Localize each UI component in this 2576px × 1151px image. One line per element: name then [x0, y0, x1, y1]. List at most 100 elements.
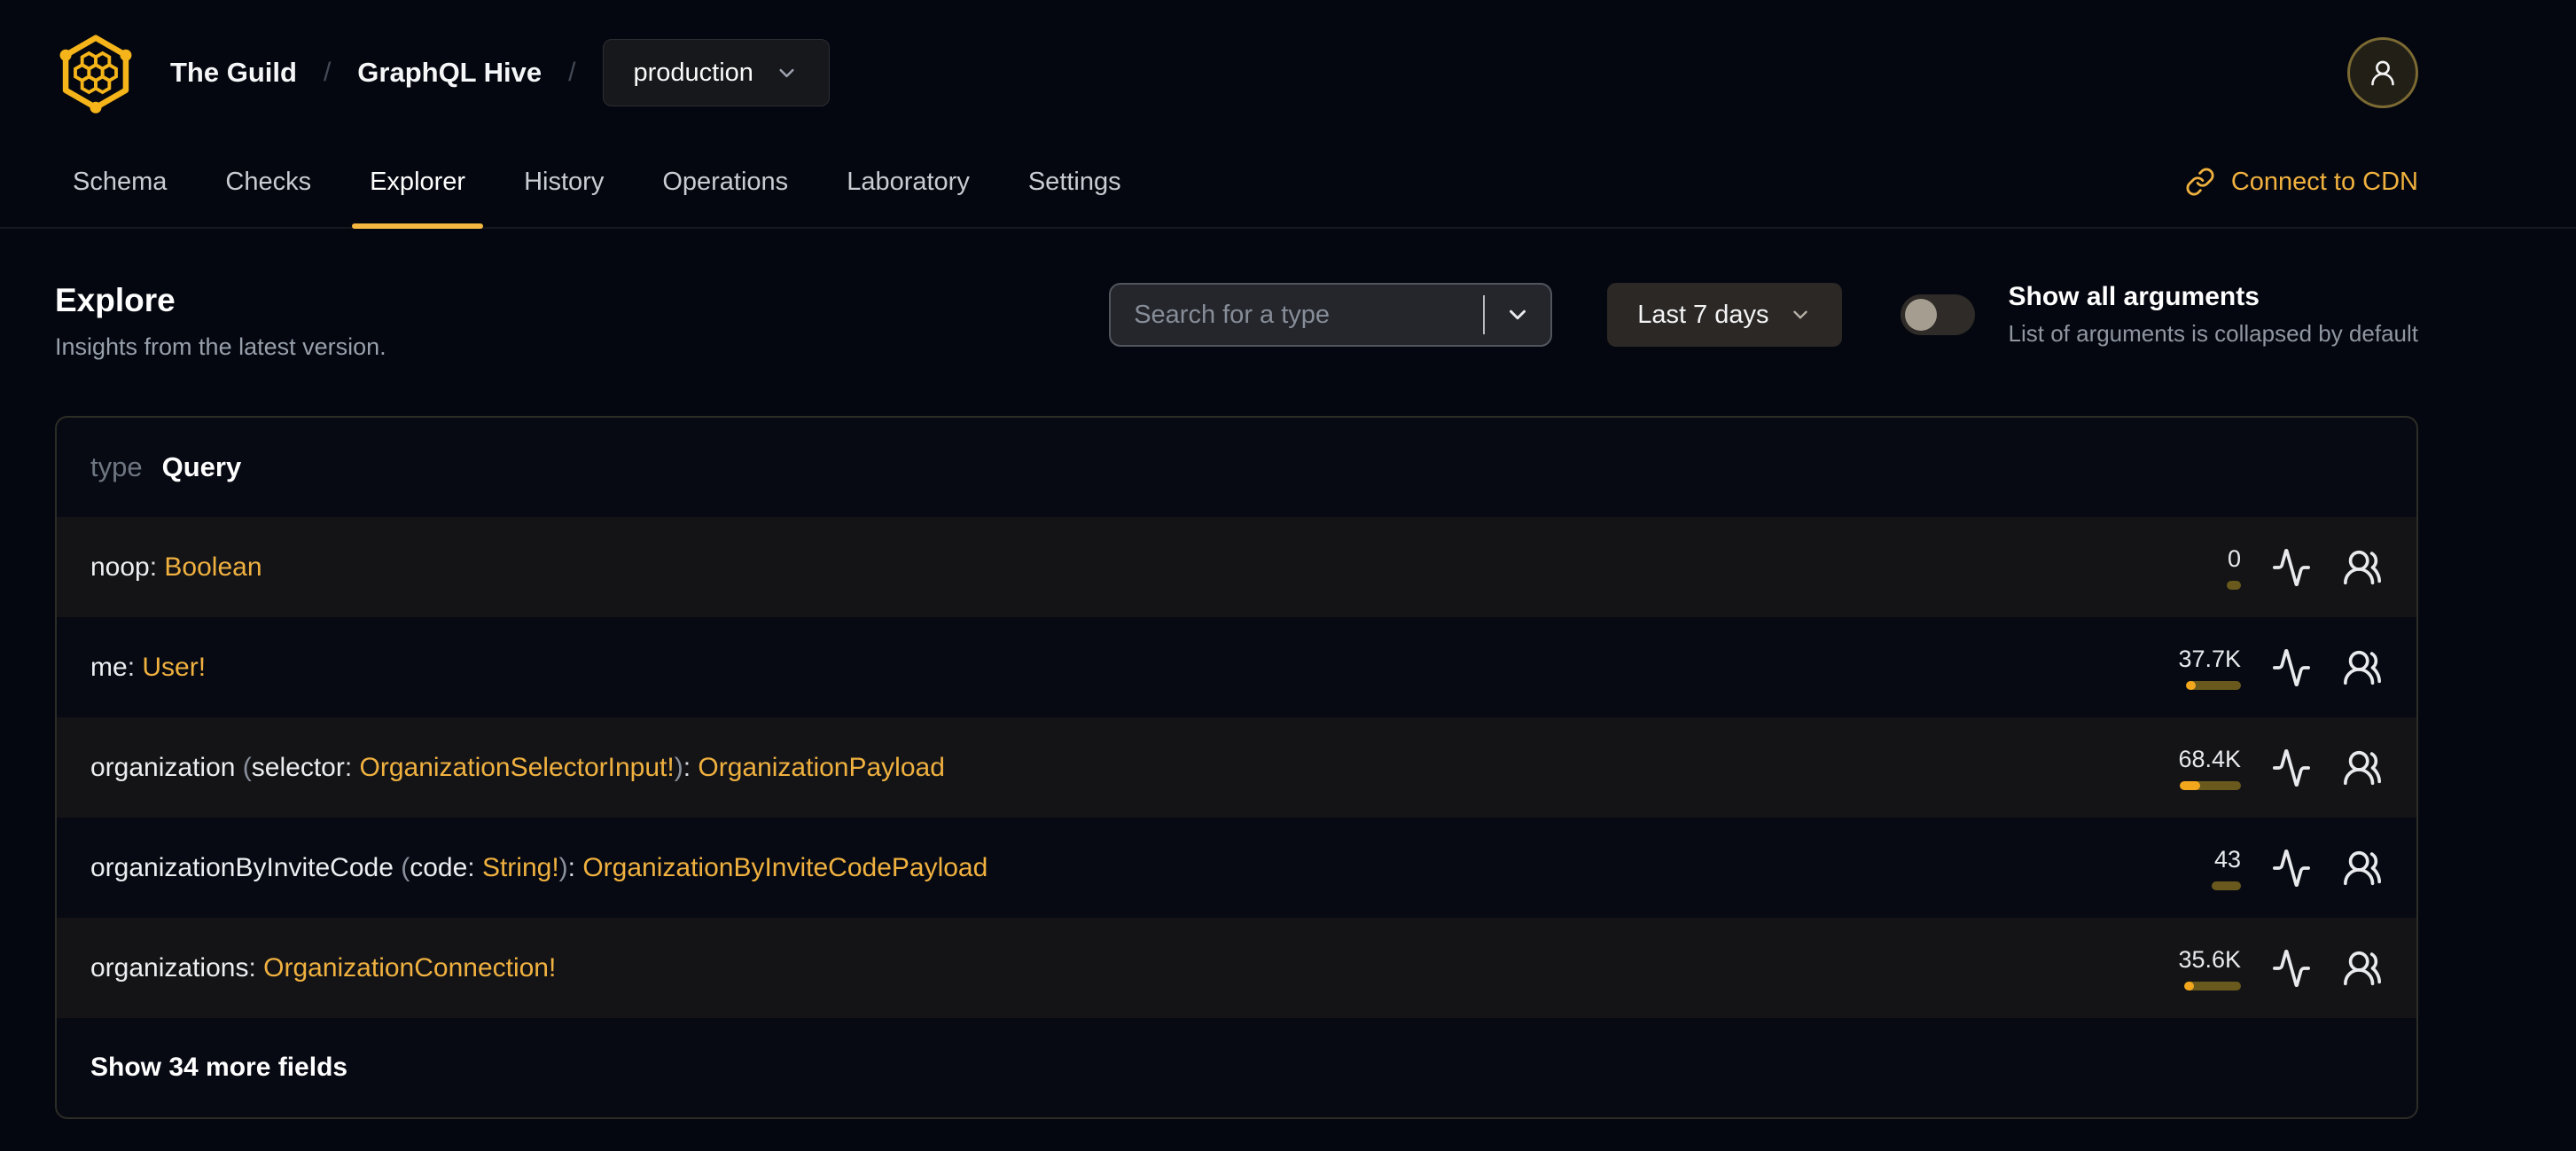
field-stats: 0 [2126, 545, 2383, 590]
field-clients-button[interactable] [2342, 948, 2383, 989]
field-activity-button[interactable] [2271, 748, 2312, 788]
breadcrumb-separator: / [568, 58, 576, 87]
field-signature: organizationByInviteCode (code: String!)… [90, 852, 988, 882]
toggle-knob [1904, 299, 1937, 331]
field-signature: organizations: OrganizationConnection! [90, 952, 557, 983]
page-title: Explore [55, 282, 176, 318]
type-card-query: type Query noop: Boolean 0 me: User! 37.… [55, 416, 2418, 1119]
breadcrumb-project[interactable]: GraphQL Hive [357, 57, 542, 89]
search-divider [1483, 295, 1486, 334]
tab-explorer[interactable]: Explorer [352, 137, 484, 229]
toggle-labels: Show all arguments List of arguments is … [2009, 282, 2418, 348]
type-card-header: type Query [57, 418, 2416, 517]
field-activity-button[interactable] [2271, 547, 2312, 588]
field-list: noop: Boolean 0 me: User! 37.7K organiza… [57, 517, 2416, 1018]
field-clients-button[interactable] [2342, 848, 2383, 889]
request-count: 37.7K [2178, 645, 2241, 672]
tab-schema[interactable]: Schema [55, 137, 184, 227]
usage-stat: 0 [2126, 545, 2241, 590]
user-icon [2365, 55, 2400, 90]
field-clients-button[interactable] [2342, 547, 2383, 588]
connect-to-cdn-label: Connect to CDN [2230, 167, 2418, 196]
usage-stat: 68.4K [2126, 746, 2241, 790]
user-avatar[interactable] [2347, 37, 2418, 108]
field-signature: noop: Boolean [90, 552, 262, 582]
usage-bar-fill [2184, 981, 2194, 990]
return-type-link[interactable]: OrganizationConnection! [263, 953, 556, 983]
field-activity-button[interactable] [2271, 848, 2312, 889]
tab-history[interactable]: History [506, 137, 621, 227]
users-icon [2342, 647, 2383, 688]
type-search-input[interactable] [1111, 285, 1484, 345]
activity-icon [2271, 848, 2312, 889]
usage-stat: 37.7K [2126, 646, 2241, 690]
field-activity-button[interactable] [2271, 647, 2312, 688]
users-icon [2342, 748, 2383, 788]
usage-stat: 43 [2126, 846, 2241, 890]
toggle-description: List of arguments is collapsed by defaul… [2008, 320, 2418, 347]
page-heading-block: Explore Insights from the latest version… [55, 282, 386, 361]
target-selector-dropdown[interactable]: production [602, 39, 830, 106]
breadcrumb-separator: / [323, 58, 332, 87]
field-clients-button[interactable] [2342, 647, 2383, 688]
field-name: organizations [90, 952, 249, 983]
argument-name: code [410, 852, 468, 882]
field-stats: 68.4K [2126, 746, 2383, 790]
field-signature: organization (selector: OrganizationSele… [90, 752, 945, 782]
activity-icon [2271, 647, 2312, 688]
show-more-fields-button[interactable]: Show 34 more fields [57, 1018, 2416, 1117]
show-all-arguments-toggle[interactable] [1900, 294, 1975, 335]
field-row: me: User! 37.7K [57, 617, 2416, 717]
type-search-combobox [1109, 283, 1553, 347]
usage-bar [2180, 780, 2241, 790]
argument-type-link[interactable]: OrganizationSelectorInput! [360, 753, 675, 782]
return-type-link[interactable]: OrganizationPayload [698, 753, 945, 782]
type-name[interactable]: Query [162, 451, 242, 483]
tab-laboratory[interactable]: Laboratory [829, 137, 987, 227]
chevron-down-icon [1789, 303, 1812, 326]
field-name: noop [90, 552, 150, 582]
return-type-link[interactable]: Boolean [164, 552, 262, 582]
tab-checks[interactable]: Checks [207, 137, 329, 227]
field-activity-button[interactable] [2271, 948, 2312, 989]
argument-name: selector [251, 752, 345, 782]
chevron-down-icon [775, 61, 799, 85]
explorer-page: Explore Insights from the latest version… [0, 282, 2576, 1151]
type-kind-label: type [90, 451, 143, 482]
period-selector-value: Last 7 days [1637, 300, 1769, 329]
usage-bar-fill [2186, 680, 2196, 690]
search-dropdown-toggle[interactable] [1485, 285, 1550, 345]
activity-icon [2271, 948, 2312, 989]
activity-icon [2271, 547, 2312, 588]
tab-bar: Schema Checks Explorer History Operations Lab… [0, 137, 2576, 229]
request-count: 68.4K [2178, 745, 2241, 772]
toggle-title: Show all arguments [2008, 282, 2260, 311]
usage-bar-fill [2180, 780, 2200, 790]
return-type-link[interactable]: OrganizationByInviteCodePayload [582, 853, 987, 882]
request-count: 0 [2227, 544, 2241, 572]
activity-icon [2271, 748, 2312, 788]
users-icon [2342, 848, 2383, 889]
field-row: noop: Boolean 0 [57, 517, 2416, 617]
page-subtitle: Insights from the latest version. [55, 333, 386, 360]
field-clients-button[interactable] [2342, 748, 2383, 788]
app-header: The Guild / GraphQL Hive / production [0, 0, 2576, 115]
breadcrumb-org[interactable]: The Guild [170, 57, 297, 89]
field-stats: 37.7K [2126, 646, 2383, 690]
field-signature: me: User! [90, 652, 207, 682]
field-name: organizationByInviteCode [90, 852, 394, 882]
request-count: 43 [2213, 845, 2241, 873]
hive-logo-icon[interactable] [55, 32, 137, 114]
tab-settings[interactable]: Settings [1011, 137, 1139, 227]
period-selector-dropdown[interactable]: Last 7 days [1607, 283, 1842, 347]
field-row: organizations: OrganizationConnection! 3… [57, 918, 2416, 1018]
users-icon [2342, 547, 2383, 588]
field-name: organization [90, 752, 236, 782]
target-selector-value: production [633, 58, 753, 87]
return-type-link[interactable]: User! [142, 653, 206, 682]
argument-type-link[interactable]: String! [482, 853, 559, 882]
link-icon [2185, 167, 2215, 197]
usage-bar [2227, 580, 2241, 590]
tab-operations[interactable]: Operations [644, 137, 806, 227]
connect-to-cdn-button[interactable]: Connect to CDN [2185, 167, 2418, 197]
